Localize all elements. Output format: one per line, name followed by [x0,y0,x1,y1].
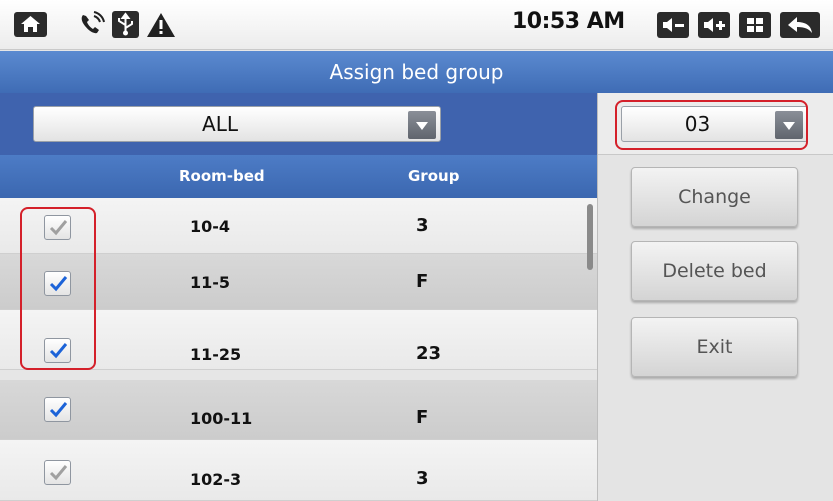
group-cell: F [416,271,429,292]
scrollbar[interactable] [587,204,593,270]
row-checkbox[interactable] [44,397,71,422]
room-bed-cell: 11-5 [190,273,231,292]
action-panel: 03 Change Delete bed Exit [597,93,833,501]
clock: 10:53 AM [512,9,625,34]
row-checkbox[interactable] [44,338,71,363]
bed-filter-dropdown[interactable]: ALL [33,106,441,142]
row-checkbox[interactable] [44,215,71,240]
group-cell: 23 [416,343,442,364]
group-cell: F [416,407,429,428]
table-header: Room-bed Group [0,155,597,198]
page-title: Assign bed group [0,51,833,93]
column-header-group: Group [408,167,460,185]
table-row[interactable]: 11-5 F [0,254,597,310]
room-bed-cell: 102-3 [190,470,242,489]
volume-up-icon[interactable] [698,12,730,38]
table-row[interactable]: 11-25 23 [0,310,597,370]
table-row[interactable]: 10-4 3 [0,198,597,254]
chevron-down-icon [775,111,803,139]
back-icon[interactable] [780,12,820,38]
row-checkbox[interactable] [44,460,71,485]
room-bed-cell: 10-4 [190,217,231,236]
volume-down-icon[interactable] [657,12,689,38]
group-cell: 3 [416,215,429,236]
room-bed-cell: 100-11 [190,409,253,428]
bed-filter-value: ALL [202,112,238,136]
warning-icon [145,11,177,43]
usb-icon [112,11,139,38]
table-row[interactable]: 100-11 F [0,380,597,440]
phone-icon [76,10,106,44]
column-header-room-bed: Room-bed [179,167,265,185]
filter-bar: ALL [0,93,597,155]
group-dropdown[interactable]: 03 [621,106,808,142]
menu-grid-icon[interactable] [739,12,771,38]
room-bed-cell: 11-25 [190,345,242,364]
status-bar: 10:53 AM [0,0,833,50]
delete-bed-button[interactable]: Delete bed [631,241,798,301]
group-dropdown-value: 03 [684,112,711,136]
group-cell: 3 [416,468,429,489]
change-button[interactable]: Change [631,167,798,227]
home-icon[interactable] [14,12,47,37]
row-checkbox[interactable] [44,271,71,296]
table-row[interactable]: 102-3 3 [0,440,597,501]
chevron-down-icon [408,111,436,139]
exit-button[interactable]: Exit [631,317,798,377]
group-select-area: 03 [598,93,833,155]
